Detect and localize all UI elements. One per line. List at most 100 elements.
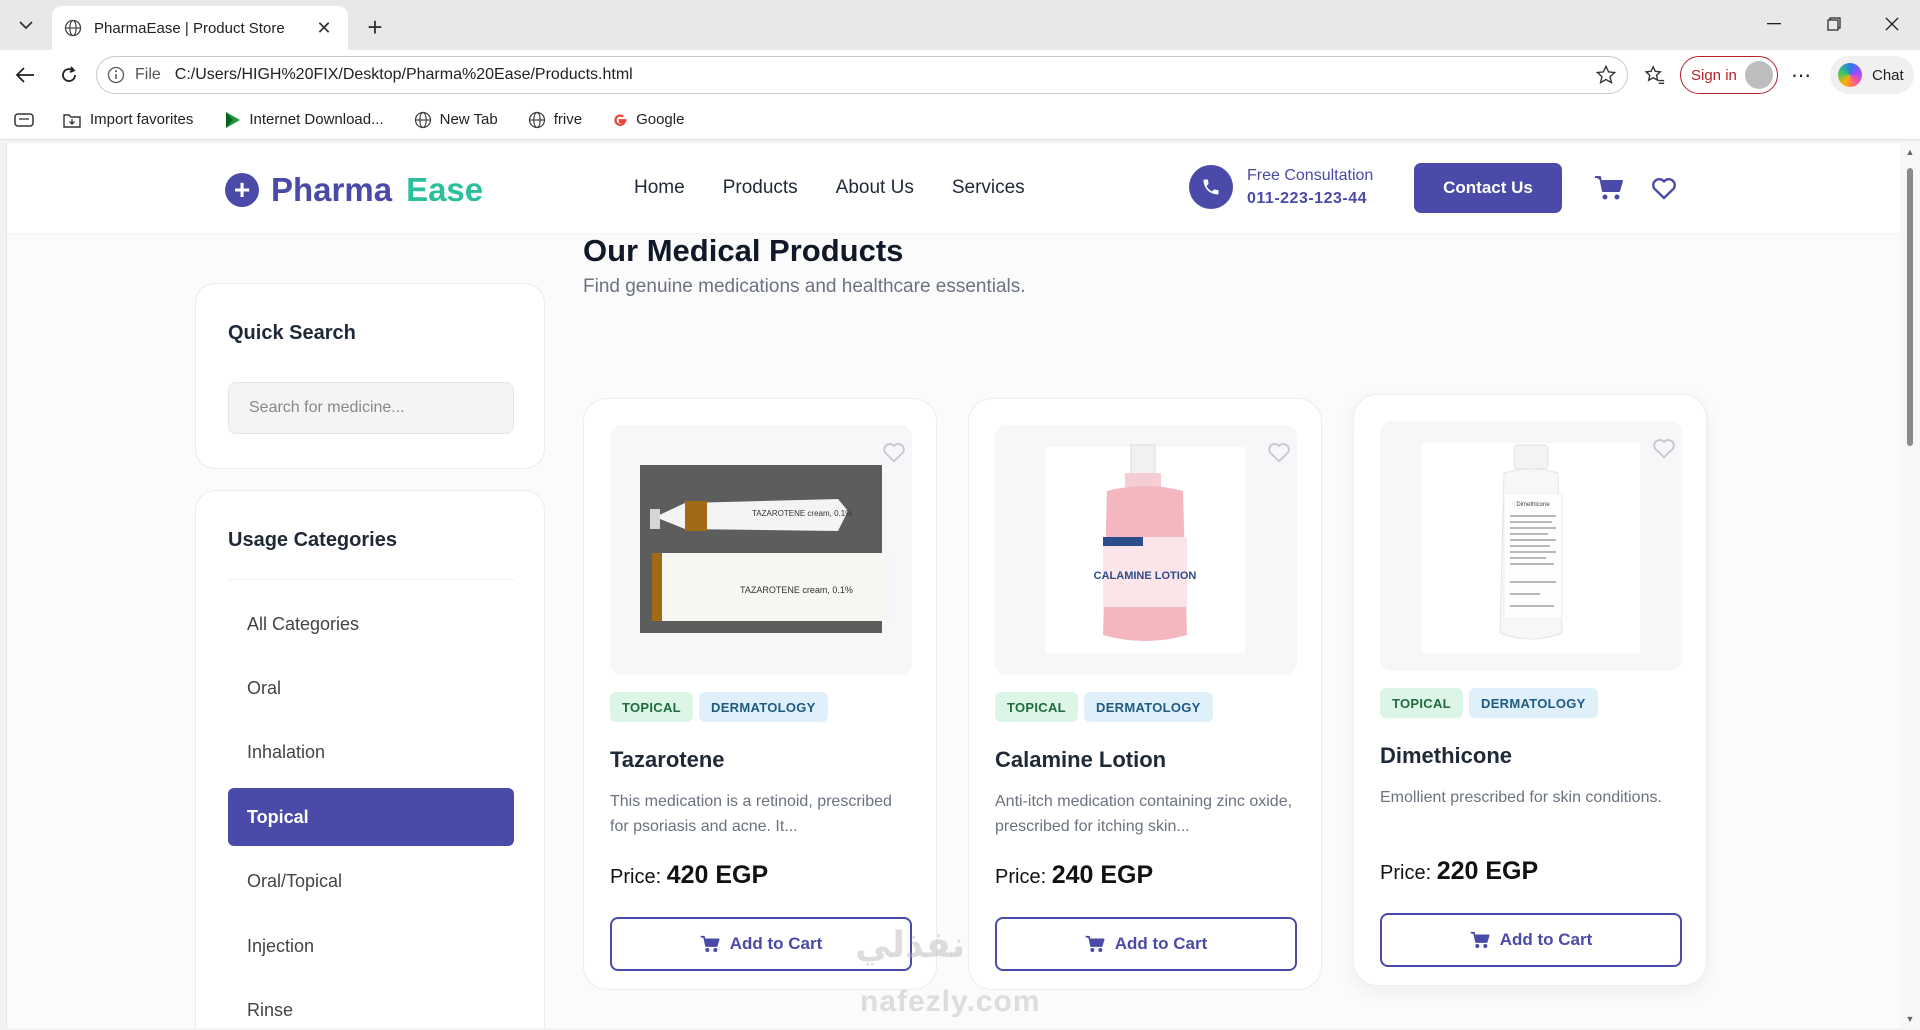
address-bar[interactable]: File C:/Users/HIGH%20FIX/Desktop/Pharma%… xyxy=(96,56,1628,94)
product-description: This medication is a retinoid, prescribe… xyxy=(610,793,892,835)
sign-in-button[interactable]: Sign in xyxy=(1680,56,1778,94)
fav-frive[interactable]: frive xyxy=(528,111,582,129)
site-logo[interactable]: + Pharma Ease xyxy=(225,171,483,209)
medicine-search-input[interactable]: Search for medicine... xyxy=(228,382,514,434)
nav-services[interactable]: Services xyxy=(952,177,1025,199)
consultation-phone: 011-223-123-44 xyxy=(1247,189,1367,207)
back-arrow-icon[interactable] xyxy=(8,58,42,92)
globe-icon xyxy=(414,111,431,128)
tag-dermatology: DERMATOLOGY xyxy=(699,692,828,722)
usage-categories-title: Usage Categories xyxy=(228,529,397,551)
browser-tab[interactable]: PharmaEase | Product Store ✕ xyxy=(52,6,348,50)
close-window-icon[interactable] xyxy=(1866,6,1918,42)
category-injection[interactable]: Injection xyxy=(228,917,514,975)
tag-topical: TOPICAL xyxy=(1380,688,1463,718)
category-all[interactable]: All Categories xyxy=(228,595,514,653)
chat-button[interactable]: Chat xyxy=(1830,56,1914,94)
category-inhalation[interactable]: Inhalation xyxy=(228,723,514,781)
product-price: Price: 240 EGP xyxy=(995,861,1154,889)
fav-import-favorites[interactable]: Import favorites xyxy=(62,111,193,129)
tab-close-icon[interactable]: ✕ xyxy=(312,16,336,40)
category-rinse[interactable]: Rinse xyxy=(228,981,514,1028)
product-card-tazarotene: TAZAROTENE cream, 0.1% TAZAROTENE cream,… xyxy=(583,398,937,990)
scroll-down-arrow-icon[interactable]: ▼ xyxy=(1905,1014,1915,1024)
product-price: Price: 220 EGP xyxy=(1380,857,1539,885)
product-name: Dimethicone xyxy=(1380,743,1513,768)
main-nav: Home Products About Us Services xyxy=(634,177,1063,199)
package-text: CALAMINE LOTION xyxy=(1094,570,1197,582)
import-icon xyxy=(63,113,81,128)
divider xyxy=(228,579,514,580)
page-viewport: + Pharma Ease Home Products About Us Ser… xyxy=(6,143,1900,1028)
heart-icon[interactable] xyxy=(1652,438,1676,465)
cart-icon xyxy=(700,935,720,952)
favorite-star-icon[interactable] xyxy=(1595,64,1617,86)
add-to-cart-button[interactable]: Add to Cart xyxy=(1380,913,1682,967)
more-options-icon[interactable]: ⋯ xyxy=(1784,58,1818,92)
browser-tabstrip: PharmaEase | Product Store ✕ + xyxy=(0,0,1920,50)
url-text[interactable]: C:/Users/HIGH%20FIX/Desktop/Pharma%20Eas… xyxy=(175,66,1595,84)
heart-icon[interactable] xyxy=(882,442,906,469)
logo-text-ease: Ease xyxy=(406,171,484,208)
fav-internet-download[interactable]: Internet Download... xyxy=(223,111,384,129)
page-scrollbar[interactable]: ▲ ▼ xyxy=(1900,143,1920,1028)
category-oral[interactable]: Oral xyxy=(228,659,514,717)
package-text: TAZAROTENE cream, 0.1% xyxy=(740,585,853,595)
category-oral-topical[interactable]: Oral/Topical xyxy=(228,852,514,910)
collections-icon[interactable] xyxy=(14,112,34,127)
free-consultation[interactable]: Free Consultation 011-223-123-44 xyxy=(1189,165,1373,209)
tag-topical: TOPICAL xyxy=(995,692,1078,722)
phone-icon xyxy=(1189,165,1233,209)
refresh-icon[interactable] xyxy=(52,58,86,92)
add-to-cart-button[interactable]: Add to Cart xyxy=(995,917,1297,971)
logo-text-pharma: Pharma xyxy=(271,171,393,208)
info-icon[interactable] xyxy=(107,66,125,84)
product-card-calamine-lotion: CALAMINE LOTION TOPICAL DERMATOLOGY Cala… xyxy=(968,398,1322,990)
favorites-bar: Import favorites Internet Download... Ne… xyxy=(0,100,1920,140)
watermark-arabic: نفذلي xyxy=(855,925,966,966)
product-image: CALAMINE LOTION xyxy=(995,425,1297,675)
tag-dermatology: DERMATOLOGY xyxy=(1469,688,1598,718)
fav-google[interactable]: Google xyxy=(612,111,684,128)
globe-icon xyxy=(64,19,82,37)
scroll-up-arrow-icon[interactable]: ▲ xyxy=(1905,147,1915,157)
cart-icon[interactable] xyxy=(1594,175,1624,206)
google-icon xyxy=(614,113,627,126)
nav-home[interactable]: Home xyxy=(634,177,685,199)
heart-icon[interactable] xyxy=(1267,442,1291,469)
wishlist-heart-icon[interactable] xyxy=(1651,177,1677,206)
product-name: Calamine Lotion xyxy=(995,747,1167,772)
chat-label: Chat xyxy=(1872,66,1904,84)
restore-icon[interactable] xyxy=(1808,6,1860,42)
page-subtitle: Find genuine medications and healthcare … xyxy=(583,276,1026,297)
minimize-icon[interactable] xyxy=(1748,6,1800,42)
cart-icon xyxy=(1470,931,1490,948)
quick-search-title: Quick Search xyxy=(228,322,356,344)
avatar xyxy=(1745,61,1773,89)
site-header: + Pharma Ease Home Products About Us Ser… xyxy=(7,143,1900,233)
usage-categories-panel: Usage Categories All Categories Oral Inh… xyxy=(195,490,545,1028)
tag-dermatology: DERMATOLOGY xyxy=(1084,692,1213,722)
new-tab-button[interactable]: + xyxy=(358,10,392,44)
contact-us-button[interactable]: Contact Us xyxy=(1414,163,1562,213)
tag-topical: TOPICAL xyxy=(610,692,693,722)
browser-toolbar: File C:/Users/HIGH%20FIX/Desktop/Pharma%… xyxy=(0,50,1920,100)
nav-about-us[interactable]: About Us xyxy=(836,177,914,199)
globe-icon xyxy=(528,111,545,128)
nav-products[interactable]: Products xyxy=(723,177,798,199)
file-scheme-label: File xyxy=(135,66,161,83)
watermark-latin: nafezly.com xyxy=(860,985,1041,1018)
fav-new-tab[interactable]: New Tab xyxy=(414,111,498,129)
product-card-dimethicone: Dimethicone TOPICAL DERMATOLOGY Dimethic… xyxy=(1353,394,1707,986)
page-title: Our Medical Products xyxy=(583,233,904,268)
product-description: Anti-itch medication containing zinc oxi… xyxy=(995,793,1293,835)
product-price: Price: 420 EGP xyxy=(610,861,769,889)
package-text: Dimethicone xyxy=(1516,502,1550,508)
favorites-icon[interactable] xyxy=(1638,58,1672,92)
product-description: Emollient prescribed for skin conditions… xyxy=(1380,789,1662,806)
tab-list-chevron-icon[interactable] xyxy=(6,6,46,44)
scrollbar-thumb[interactable] xyxy=(1907,168,1913,446)
category-topical[interactable]: Topical xyxy=(228,788,514,846)
product-image: Dimethicone xyxy=(1380,421,1682,671)
tab-title: PharmaEase | Product Store xyxy=(94,19,285,37)
